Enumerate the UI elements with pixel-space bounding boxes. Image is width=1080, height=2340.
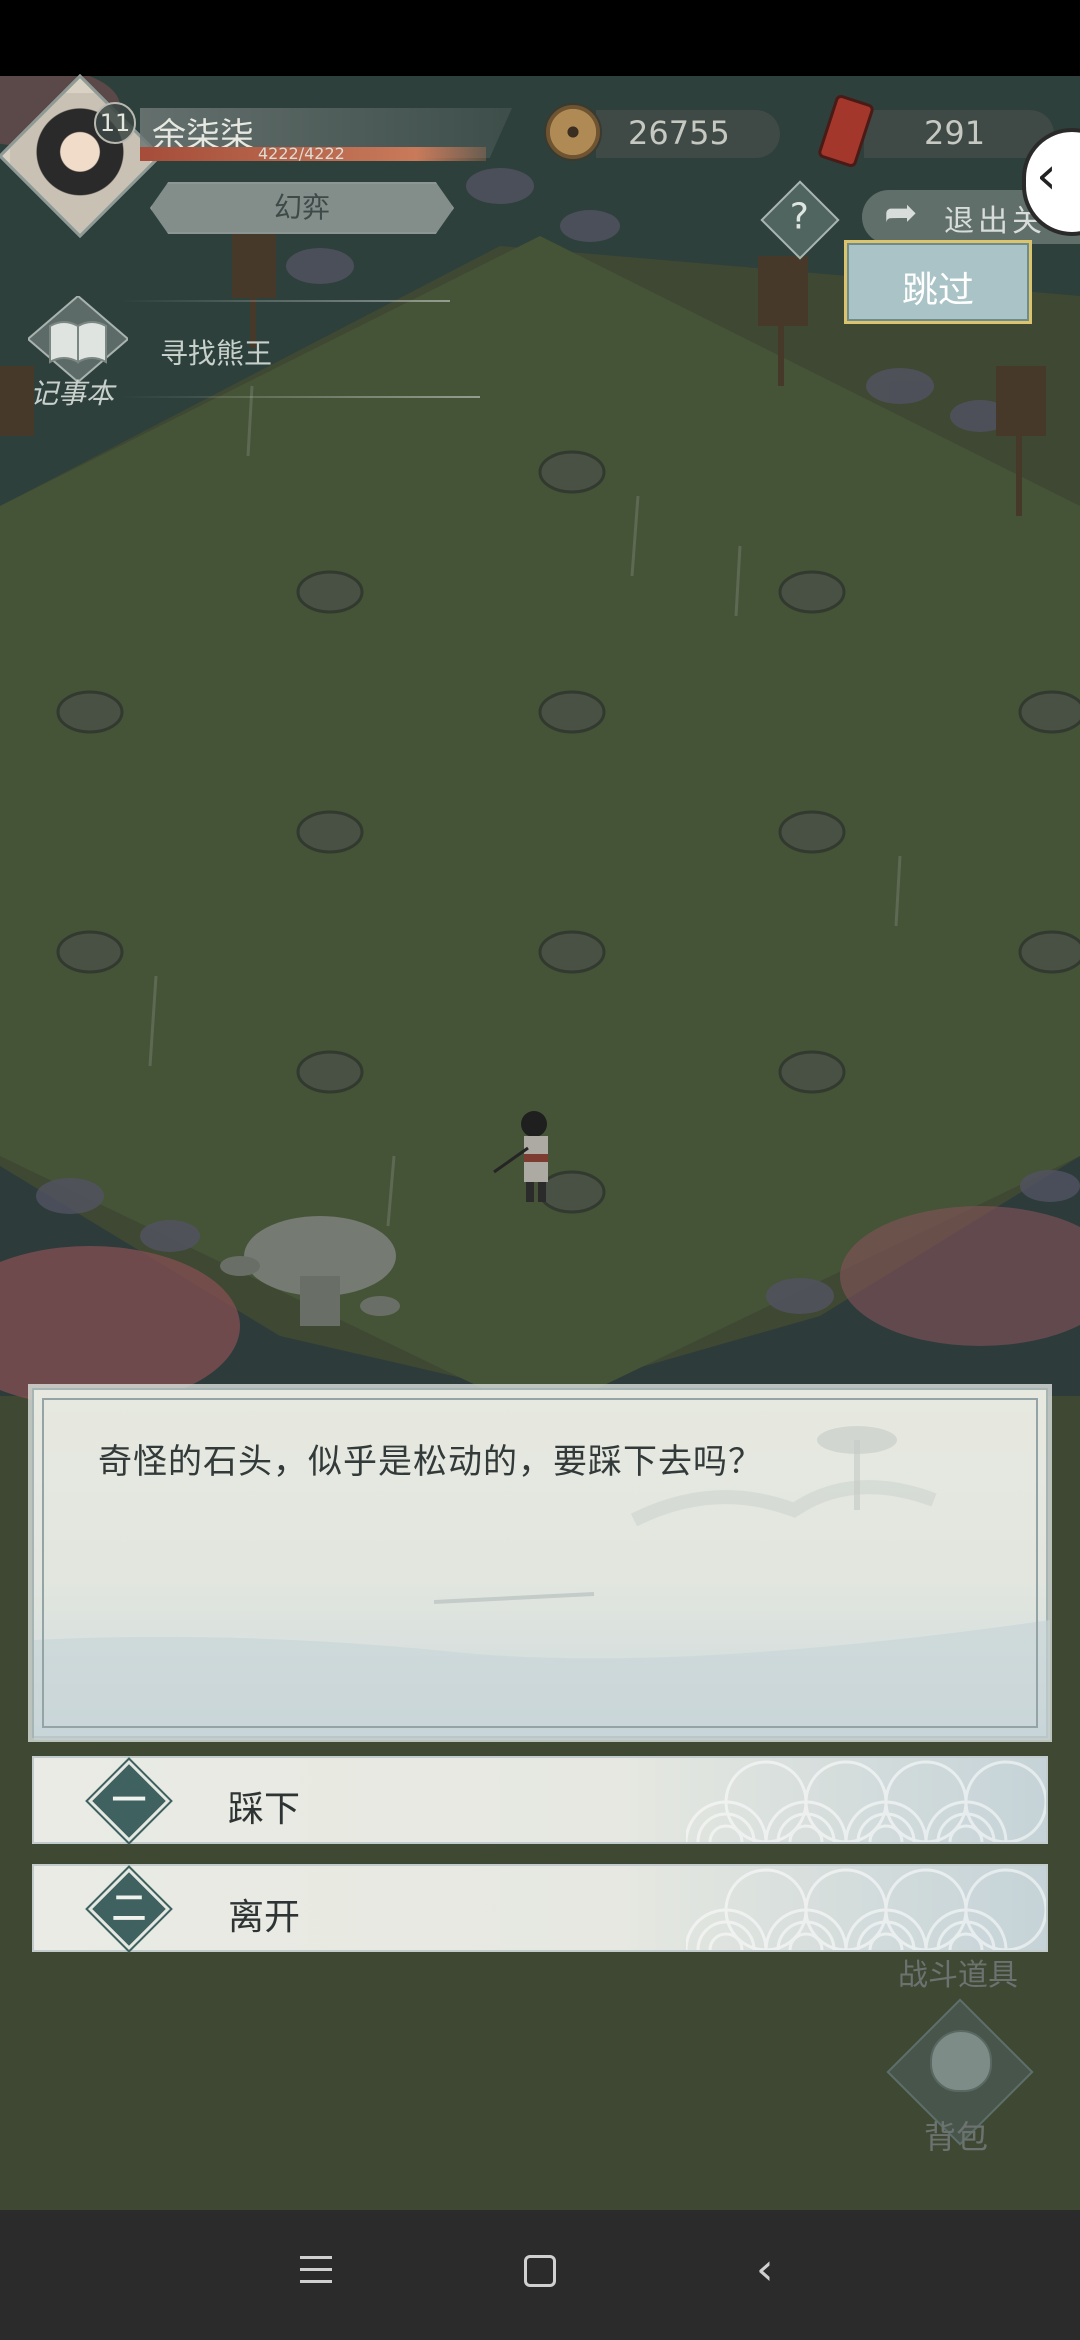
realm-label: 幻弈 <box>273 191 330 224</box>
exit-arrow-icon: ➦ <box>884 190 918 236</box>
nav-menu-icon[interactable] <box>300 2256 332 2286</box>
option-2-label: 离开 <box>228 1897 301 1938</box>
wave-pattern-icon <box>686 1760 1046 1842</box>
dialog-text: 奇怪的石头，似乎是松动的，要踩下去吗？ <box>98 1442 763 1482</box>
hp-text: 4222/4222 <box>258 144 345 163</box>
journal-label[interactable]: 记事本 <box>30 372 114 412</box>
option-1-number: 一 <box>112 1781 146 1821</box>
help-icon: ? <box>789 196 809 238</box>
option-1-label: 踩下 <box>228 1789 301 1830</box>
quest-divider-bottom <box>120 396 480 398</box>
nav-back-icon[interactable]: ‹ <box>756 2248 774 2292</box>
option-leave[interactable]: 二 离开 <box>32 1864 1048 1952</box>
journal-book-icon[interactable] <box>28 296 128 382</box>
event-dialog: 奇怪的石头，似乎是松动的，要踩下去吗？ <box>32 1388 1050 1740</box>
token-value: 291 <box>924 114 986 152</box>
coin-icon <box>544 103 602 161</box>
battle-items-label[interactable]: 战斗道具 <box>898 1950 1018 1994</box>
bag-icon <box>930 2030 992 2092</box>
nav-home-icon[interactable] <box>524 2255 556 2287</box>
wave-pattern-icon <box>686 1868 1046 1950</box>
skip-button[interactable]: 跳过 <box>844 240 1032 324</box>
option-step-down[interactable]: 一 踩下 <box>32 1756 1048 1844</box>
option-2-number: 二 <box>112 1889 146 1929</box>
current-quest[interactable]: 寻找熊王 <box>160 332 272 372</box>
back-chevron-icon: ‹ <box>1036 146 1057 206</box>
coin-value: 26755 <box>628 114 730 152</box>
level-badge: 11 <box>94 102 136 144</box>
skip-label: 跳过 <box>901 270 974 311</box>
bag-label: 背包 <box>924 2118 989 2156</box>
quest-divider-top <box>120 300 450 302</box>
status-bar <box>0 0 1080 76</box>
